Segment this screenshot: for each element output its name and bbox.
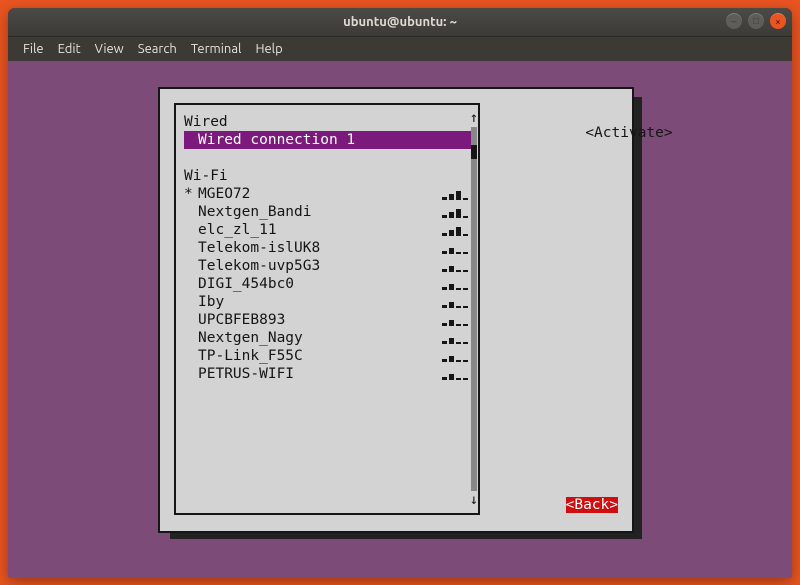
signal-icon — [442, 278, 468, 290]
connection-name: Nextgen_Bandi — [198, 203, 312, 221]
scroll-down-icon[interactable]: ↓ — [468, 493, 480, 507]
menu-search[interactable]: Search — [131, 42, 184, 56]
activate-button[interactable]: <Activate> — [585, 125, 672, 141]
window-minimize-button[interactable]: – — [726, 13, 742, 29]
signal-icon — [442, 332, 468, 344]
signal-icon — [442, 242, 468, 254]
nmtui-dialog: Wired Wired connection 1 Wi-Fi *MGEO72Ne… — [158, 87, 634, 533]
wired-connection-row[interactable]: Wired connection 1 — [184, 131, 474, 149]
menu-edit[interactable]: Edit — [51, 42, 88, 56]
wifi-connection-row[interactable]: elc_zl_11 — [184, 221, 474, 239]
wifi-connection-row[interactable]: DIGI_454bc0 — [184, 275, 474, 293]
wifi-connection-row[interactable]: Iby — [184, 293, 474, 311]
scroll-gutter — [471, 159, 477, 491]
window-titlebar[interactable]: ubuntu@ubuntu: ~ – □ × — [8, 8, 792, 37]
connection-name: elc_zl_11 — [198, 221, 277, 239]
terminal-window: ubuntu@ubuntu: ~ – □ × File Edit View Se… — [8, 8, 792, 578]
wifi-connection-row[interactable]: *MGEO72 — [184, 185, 474, 203]
connection-name: MGEO72 — [198, 185, 250, 203]
menu-file[interactable]: File — [16, 42, 51, 56]
connection-name: Telekom-uvp5G3 — [198, 257, 320, 275]
menu-terminal[interactable]: Terminal — [184, 42, 249, 56]
signal-icon — [442, 368, 468, 380]
connected-marker-icon: * — [184, 185, 198, 203]
wifi-connection-row[interactable]: Telekom-uvp5G3 — [184, 257, 474, 275]
scroll-gutter-selected — [471, 127, 477, 145]
connection-name: PETRUS-WIFI — [198, 365, 294, 383]
scroll-track[interactable] — [471, 127, 477, 491]
signal-icon — [442, 224, 468, 236]
window-title: ubuntu@ubuntu: ~ — [8, 15, 792, 29]
category-wifi-label: Wi-Fi — [184, 167, 474, 185]
signal-icon — [442, 350, 468, 362]
signal-icon — [442, 260, 468, 272]
connection-name: TP-Link_F55C — [198, 347, 303, 365]
back-button[interactable]: <Back> — [566, 497, 618, 513]
signal-icon — [442, 188, 468, 200]
wifi-connection-row[interactable]: UPCBFEB893 — [184, 311, 474, 329]
wifi-connection-row[interactable]: TP-Link_F55C — [184, 347, 474, 365]
wifi-connection-row[interactable]: Telekom-islUK8 — [184, 239, 474, 257]
wifi-connection-row[interactable]: Nextgen_Bandi — [184, 203, 474, 221]
scroll-up-icon[interactable]: ↑ — [468, 111, 480, 125]
category-wired-label: Wired — [184, 113, 474, 131]
desktop-background: ubuntu@ubuntu: ~ – □ × File Edit View Se… — [0, 0, 800, 585]
wifi-connection-row[interactable]: PETRUS-WIFI — [184, 365, 474, 383]
connection-list-frame: Wired Wired connection 1 Wi-Fi *MGEO72Ne… — [174, 103, 480, 515]
terminal-viewport: Wired Wired connection 1 Wi-Fi *MGEO72Ne… — [8, 61, 792, 578]
connection-name: Telekom-islUK8 — [198, 239, 320, 257]
connection-name: UPCBFEB893 — [198, 311, 285, 329]
signal-icon — [442, 296, 468, 308]
signal-icon — [442, 314, 468, 326]
window-maximize-button[interactable]: □ — [748, 13, 764, 29]
signal-icon — [442, 206, 468, 218]
scroll-thumb[interactable] — [471, 145, 477, 159]
connection-name: Nextgen_Nagy — [198, 329, 303, 347]
wifi-connection-row[interactable]: Nextgen_Nagy — [184, 329, 474, 347]
menu-view[interactable]: View — [88, 42, 131, 56]
list-scrollbar[interactable]: ↑ ↓ — [468, 105, 480, 513]
menu-help[interactable]: Help — [248, 42, 289, 56]
connection-name: DIGI_454bc0 — [198, 275, 294, 293]
window-close-button[interactable]: × — [770, 13, 786, 29]
menubar: File Edit View Search Terminal Help — [8, 37, 792, 62]
connection-name: Wired connection 1 — [198, 131, 355, 149]
connection-name: Iby — [198, 293, 224, 311]
